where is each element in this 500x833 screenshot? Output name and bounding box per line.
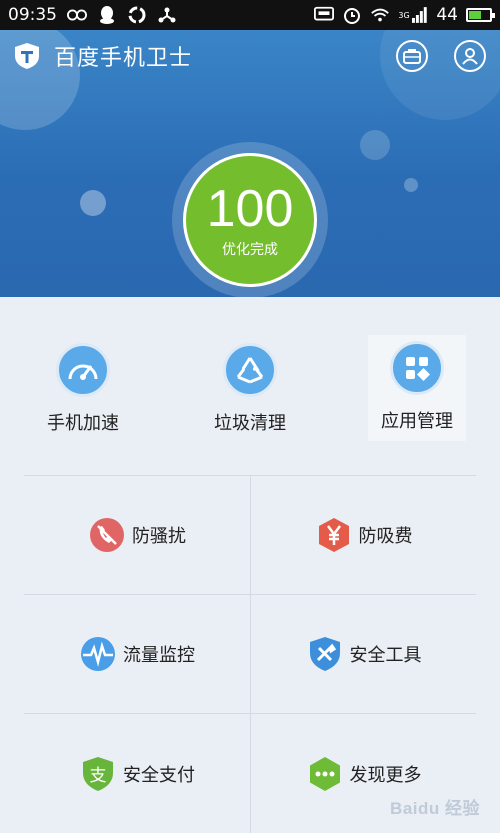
tool-label: 防骚扰 [132, 526, 186, 547]
pulse-icon [79, 635, 117, 673]
network-type: 3G [398, 10, 410, 20]
pay-shield-icon: 支 [79, 755, 117, 793]
quick-action-app-manage[interactable]: 应用管理 [368, 335, 466, 441]
yuan-shield-icon [315, 516, 353, 554]
score-label: 优化完成 [222, 242, 278, 258]
qq-icon [97, 5, 117, 25]
alarm-icon [342, 5, 362, 25]
watermark: Baidu 经验 [390, 799, 480, 818]
quick-actions: 手机加速 垃圾清理 应用管理 [0, 297, 500, 472]
score-badge[interactable]: 100 优化完成 [183, 153, 317, 287]
wifi-icon [370, 5, 390, 25]
more-dots-icon [306, 755, 344, 793]
tool-label: 流量监控 [123, 645, 195, 666]
main-panel: 手机加速 垃圾清理 应用管理 防骚扰 防吸费 流量监控 安全工具 支 安全支付 … [0, 297, 500, 833]
tool-label: 防吸费 [358, 526, 413, 547]
battery-icon [466, 8, 495, 22]
tool-anti-harass[interactable]: 防骚扰 [24, 476, 250, 595]
tool-security-tools[interactable]: 安全工具 [250, 595, 476, 714]
tool-label: 发现更多 [349, 764, 422, 786]
quick-action-label: 垃圾清理 [214, 413, 286, 434]
quick-action-label: 应用管理 [381, 411, 453, 432]
user-icon[interactable] [454, 40, 486, 72]
tool-label: 安全支付 [123, 764, 195, 786]
status-bar: 09:35 3G 44 [0, 0, 500, 30]
refresh-icon [127, 5, 147, 25]
battery-level: 44 [436, 5, 458, 25]
quick-action-label: 手机加速 [47, 413, 119, 434]
toolbox-icon[interactable] [396, 40, 428, 72]
share-icon [157, 5, 177, 25]
speedometer-icon [56, 343, 110, 397]
shield-logo-icon [15, 43, 39, 69]
blocked-phone-icon [88, 516, 126, 554]
quick-action-clean[interactable]: 垃圾清理 [195, 337, 305, 443]
recycle-icon [223, 343, 277, 397]
tools-grid: 防骚扰 防吸费 流量监控 安全工具 支 安全支付 发现更多 [24, 475, 476, 833]
tool-label: 安全工具 [349, 645, 422, 666]
infinity-icon [67, 5, 87, 25]
signal-icon: 3G [398, 5, 428, 25]
tool-traffic-monitor[interactable]: 流量监控 [24, 595, 250, 714]
svg-text:支: 支 [90, 766, 107, 786]
message-icon [314, 5, 335, 25]
wrench-shield-icon [306, 635, 344, 673]
app-bar: 百度手机卫士 [0, 30, 500, 82]
app-title: 百度手机卫士 [54, 46, 193, 71]
tool-anti-fee[interactable]: 防吸费 [250, 476, 476, 595]
status-time: 09:35 [8, 5, 57, 25]
score-value: 100 [206, 180, 294, 238]
apps-grid-icon [390, 341, 444, 395]
tool-secure-pay[interactable]: 支 安全支付 [24, 714, 250, 833]
quick-action-speed-up[interactable]: 手机加速 [28, 337, 138, 443]
